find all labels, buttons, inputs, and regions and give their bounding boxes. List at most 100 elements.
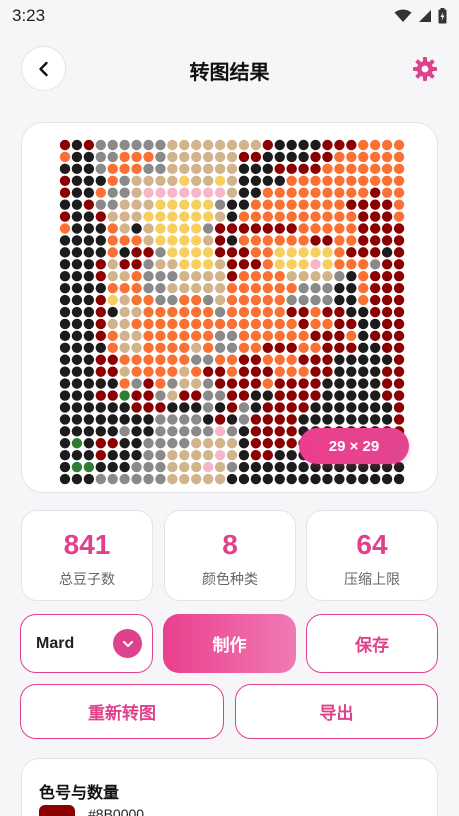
export-button[interactable]: 导出	[235, 684, 438, 739]
bead	[369, 199, 381, 210]
bead	[119, 163, 130, 175]
bead	[358, 223, 369, 234]
bead	[202, 473, 214, 485]
bead	[71, 306, 83, 318]
bead	[107, 259, 118, 270]
bead	[143, 354, 154, 365]
brand-select[interactable]: Mard	[20, 614, 153, 673]
bead	[250, 139, 262, 151]
bead	[358, 294, 369, 306]
bead	[238, 426, 250, 437]
bead	[346, 473, 357, 485]
bead	[298, 259, 309, 270]
bead	[393, 330, 405, 342]
bead	[179, 223, 190, 234]
bead	[167, 294, 178, 306]
bead	[310, 294, 321, 306]
bead	[334, 223, 345, 234]
bead	[310, 366, 321, 377]
bead	[250, 354, 262, 365]
bead	[262, 330, 274, 342]
bead	[286, 390, 297, 401]
bead	[202, 139, 214, 151]
bead	[167, 187, 178, 198]
bead	[226, 199, 238, 210]
bead	[298, 402, 309, 413]
bead	[131, 414, 142, 425]
stat-color-count: 8 颜色种类	[164, 510, 296, 601]
bead	[238, 175, 250, 186]
bead	[202, 330, 214, 342]
bead	[334, 247, 345, 258]
make-button[interactable]: 制作	[163, 614, 296, 673]
bead	[107, 187, 118, 198]
status-bar: 3:23	[0, 0, 459, 32]
bead	[393, 461, 405, 473]
bead	[226, 318, 238, 330]
bead	[107, 235, 118, 246]
reconvert-button[interactable]: 重新转图	[20, 684, 224, 739]
bead	[179, 414, 190, 425]
bead	[346, 139, 357, 151]
bead	[226, 366, 238, 377]
bead	[381, 473, 393, 485]
bead	[262, 390, 274, 401]
bead	[59, 282, 71, 294]
bead	[358, 187, 369, 198]
bead	[95, 330, 106, 342]
bead	[358, 271, 369, 282]
bead	[346, 247, 357, 258]
bead	[59, 306, 71, 318]
stat-limit-value: 64	[356, 529, 388, 560]
bead	[286, 354, 297, 365]
bead	[286, 461, 297, 473]
bead	[274, 342, 285, 354]
bead	[71, 378, 83, 389]
bead	[107, 282, 118, 294]
bead	[83, 199, 95, 210]
bead	[310, 378, 321, 389]
bead	[334, 306, 345, 318]
bead	[71, 175, 83, 186]
bead	[298, 223, 309, 234]
bead	[179, 151, 190, 163]
bead	[71, 282, 83, 294]
bead	[393, 366, 405, 377]
bead	[346, 366, 357, 377]
signal-icon	[419, 10, 431, 22]
bead	[107, 306, 118, 318]
save-button[interactable]: 保存	[306, 614, 438, 673]
bead	[202, 211, 214, 222]
bead	[191, 151, 202, 163]
bead	[71, 211, 83, 222]
bead	[131, 426, 142, 437]
bead	[191, 318, 202, 330]
bead	[369, 402, 381, 413]
bead	[334, 187, 345, 198]
bead	[71, 449, 83, 461]
settings-button[interactable]	[411, 55, 439, 83]
bead	[274, 235, 285, 246]
bead	[274, 175, 285, 186]
bead	[143, 390, 154, 401]
bead	[369, 378, 381, 389]
bead	[393, 294, 405, 306]
bead	[155, 378, 166, 389]
gear-icon	[413, 57, 437, 81]
bead	[393, 139, 405, 151]
bead	[238, 449, 250, 461]
bead	[250, 426, 262, 437]
bead	[286, 366, 297, 377]
app-header: 转图结果	[0, 46, 459, 92]
bead	[369, 271, 381, 282]
bead	[274, 259, 285, 270]
bead	[262, 354, 274, 365]
bead	[274, 294, 285, 306]
bead	[381, 139, 393, 151]
bead	[393, 199, 405, 210]
bead	[381, 402, 393, 413]
bead	[143, 473, 154, 485]
bead	[226, 426, 238, 437]
bead	[167, 306, 178, 318]
bead	[393, 414, 405, 425]
